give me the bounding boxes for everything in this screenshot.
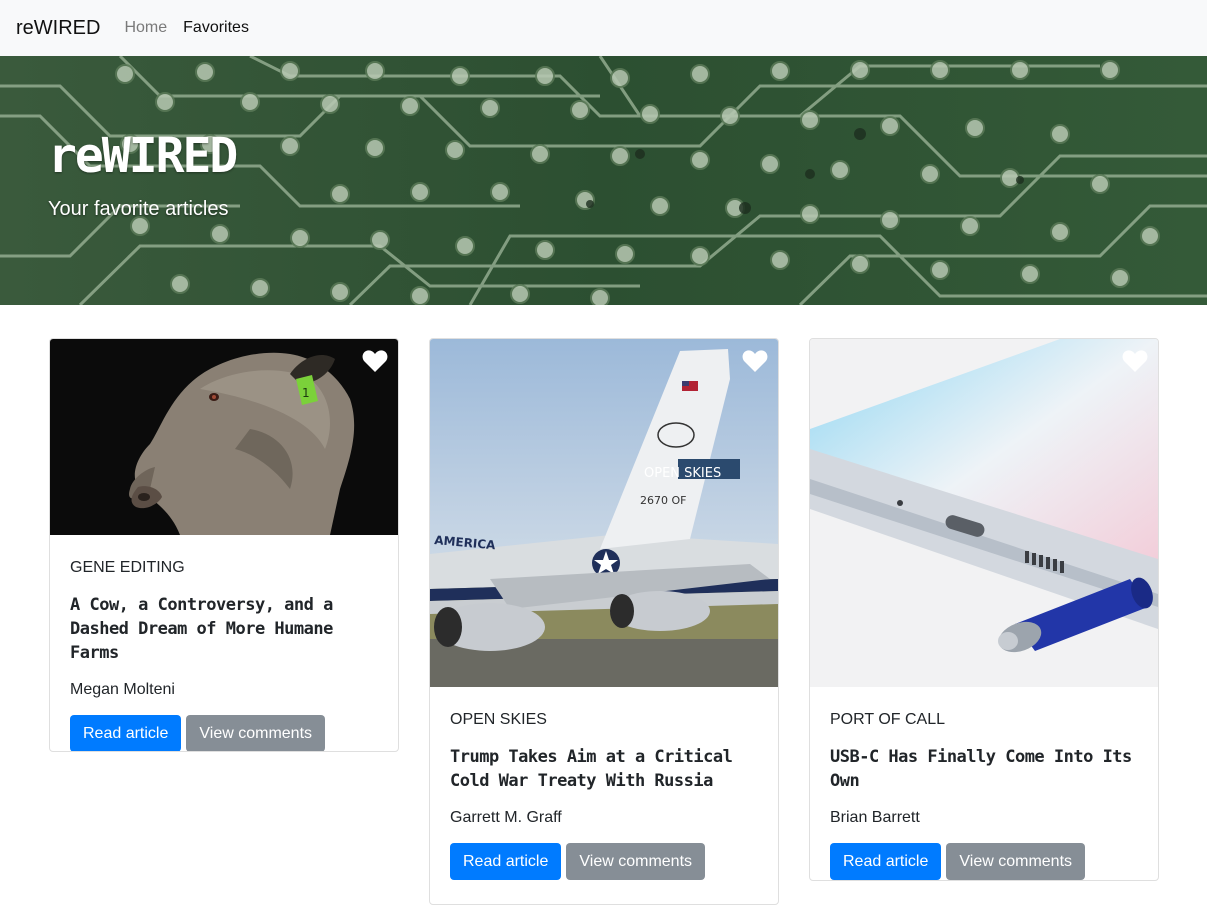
cow-photo: 1 <box>50 339 398 535</box>
view-comments-button[interactable]: View comments <box>186 715 326 751</box>
read-article-button[interactable]: Read article <box>70 715 182 751</box>
hero-banner: reWIRED Your favorite articles <box>0 56 1207 305</box>
nav-favorites-link[interactable]: Favorites <box>183 19 249 37</box>
airplane-photo: OPEN SKIES 2670 OF AMERICA <box>430 339 778 687</box>
article-category: PORT OF CALL <box>830 711 945 728</box>
hero-title: reWIRED <box>48 128 238 184</box>
card-body: GENE EDITING A Cow, a Controversy, and a… <box>50 535 398 751</box>
article-image[interactable]: OPEN SKIES 2670 OF AMERICA <box>430 339 778 687</box>
heart-icon[interactable] <box>742 349 768 373</box>
view-comments-button[interactable]: View comments <box>946 843 1086 880</box>
article-author: Brian Barrett <box>830 809 920 826</box>
card-body: OPEN SKIES Trump Takes Aim at a Critical… <box>430 687 778 900</box>
navbar: reWIRED Home Favorites <box>0 0 1207 56</box>
article-title: Trump Takes Aim at a Critical Cold War T… <box>450 747 733 791</box>
hero-subtitle: Your favorite articles <box>48 198 229 220</box>
article-category: GENE EDITING <box>70 559 185 576</box>
card-body: PORT OF CALL USB-C Has Finally Come Into… <box>810 687 1158 880</box>
read-article-button[interactable]: Read article <box>450 843 562 880</box>
heart-icon[interactable] <box>362 349 388 373</box>
svg-text:1: 1 <box>302 386 310 400</box>
article-card: 1 GENE EDITING A Cow, a Controversy, and… <box>49 338 399 752</box>
article-card: OPEN SKIES 2670 OF AMERICA OPEN SKIES Tr… <box>429 338 779 905</box>
view-comments-button[interactable]: View comments <box>566 843 706 880</box>
article-author: Garrett M. Graff <box>450 809 562 826</box>
article-author: Megan Molteni <box>70 681 175 698</box>
brand-logo[interactable]: reWIRED <box>16 17 100 40</box>
article-image[interactable] <box>810 339 1158 687</box>
heart-icon[interactable] <box>1122 349 1148 373</box>
article-title: USB-C Has Finally Come Into Its Own <box>830 747 1132 791</box>
article-title: A Cow, a Controversy, and a Dashed Dream… <box>70 595 333 663</box>
read-article-button[interactable]: Read article <box>830 843 942 880</box>
tail-number-text: 2670 OF <box>640 494 686 507</box>
article-card: PORT OF CALL USB-C Has Finally Come Into… <box>809 338 1159 881</box>
article-category: OPEN SKIES <box>450 711 547 728</box>
phone-usb-c-photo <box>810 339 1158 687</box>
nav-home-link[interactable]: Home <box>124 19 167 37</box>
article-image[interactable]: 1 <box>50 339 398 535</box>
open-skies-tail-text: OPEN SKIES <box>644 466 721 481</box>
